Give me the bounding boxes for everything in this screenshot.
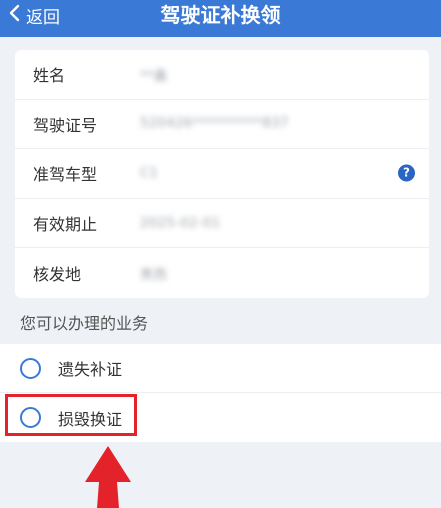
info-value-license-number: 520426**********837 xyxy=(140,116,289,132)
info-value-expiry: 2025-02-01 xyxy=(140,215,221,231)
info-value-vehicle-class: C1 xyxy=(140,165,159,181)
highlight-box xyxy=(5,394,137,436)
info-value-issuer: 贵西 xyxy=(140,267,168,283)
page-title: 驾驶证补换领 xyxy=(160,3,281,27)
option-lost-replacement[interactable]: 遗失补证 xyxy=(0,344,441,393)
info-label-license-number: 驾驶证号 xyxy=(33,115,98,135)
info-row-name: 姓名 **鑫 xyxy=(15,50,429,100)
info-row-issuer: 核发地 贵西 xyxy=(15,248,429,298)
info-row-expiry: 有效期止 2025-02-01 xyxy=(15,199,429,249)
top-nav-bar: 返回 驾驶证补换领 xyxy=(0,0,441,37)
option-label: 遗失补证 xyxy=(58,360,123,379)
info-row-license-number: 驾驶证号 520426**********837 xyxy=(15,100,429,150)
info-value-name: **鑫 xyxy=(140,68,168,84)
radio-button[interactable] xyxy=(20,357,41,379)
license-info-card: 姓名 **鑫 驾驶证号 520426**********837 准驾车型 C1 … xyxy=(15,50,429,298)
info-label-expiry: 有效期止 xyxy=(33,215,98,235)
info-label-name: 姓名 xyxy=(33,66,66,86)
info-row-vehicle-class: 准驾车型 C1 ? xyxy=(15,149,429,199)
info-label-issuer: 核发地 xyxy=(33,265,82,285)
question-circle-icon[interactable]: ? xyxy=(398,164,415,182)
services-section-title: 您可以办理的业务 xyxy=(20,314,149,333)
arrow-up-icon xyxy=(85,446,131,508)
info-label-vehicle-class: 准驾车型 xyxy=(33,165,98,185)
